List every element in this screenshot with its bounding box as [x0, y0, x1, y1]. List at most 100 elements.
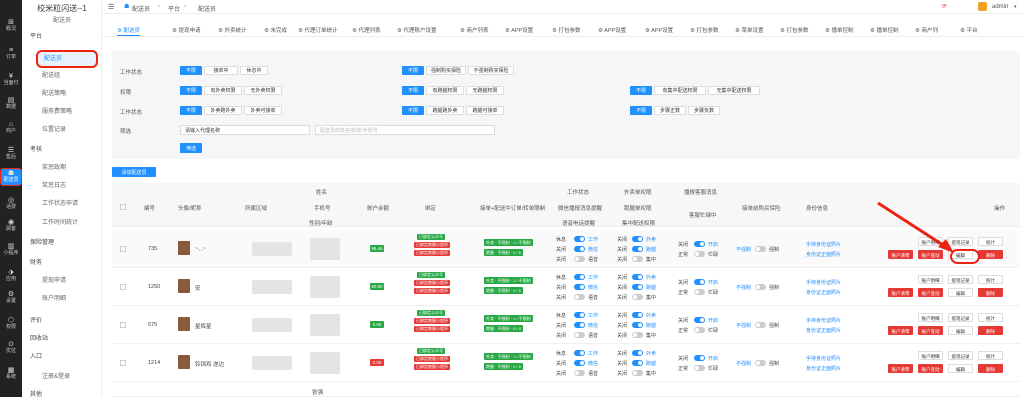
force-ins-toggle[interactable] — [755, 360, 766, 366]
menu-group[interactable]: 考核 — [22, 145, 102, 155]
idcard-hand-link[interactable]: 手持身份证照片 — [806, 317, 841, 324]
filter-unlimited[interactable]: 不限 — [630, 86, 652, 95]
menu-group[interactable]: 评价 — [22, 316, 102, 326]
wm-toggle[interactable] — [632, 274, 643, 280]
filter-no-paotui[interactable]: 无跑腿权限 — [466, 86, 504, 95]
idcard-hand-link[interactable]: 手持身份证照片 — [806, 241, 841, 248]
filter-pt-accept[interactable]: 跑腿可接单 — [466, 106, 504, 115]
chevron-down-icon[interactable]: ▾ — [1014, 4, 1017, 10]
idcard-front-link[interactable]: 身份证正面照片 — [806, 289, 841, 296]
filter-has-wm[interactable]: 有外卖权限 — [204, 86, 242, 95]
sidebar-nav-item[interactable]: ⬗ 应用 — [0, 268, 22, 286]
wm-toggle[interactable] — [632, 236, 643, 242]
tab-item[interactable]: ⚙ APP设置 — [645, 26, 673, 36]
wechat-toggle[interactable] — [574, 360, 585, 366]
sidebar-nav-item[interactable]: ☗ 配送员 — [0, 168, 22, 186]
force-ins-toggle[interactable] — [755, 246, 766, 252]
tab-item[interactable]: ⚙ 提现申请 — [172, 26, 200, 36]
sidebar-nav-item[interactable]: ▥ 小程序 — [0, 242, 22, 260]
select-all-checkbox[interactable] — [120, 204, 126, 210]
paotui-toggle[interactable] — [632, 322, 643, 328]
tab-item[interactable]: ⚙ 代理列表 — [352, 26, 380, 36]
sidebar-nav-item[interactable]: ⊞ 概况 — [0, 18, 22, 36]
add-courier-button[interactable]: 添加配送员 — [112, 167, 156, 177]
clear-account-button[interactable]: 账户清零 — [888, 364, 913, 373]
filter-wm-accept[interactable]: 外卖可接单 — [244, 106, 282, 115]
menu-item[interactable]: 配送策略 — [22, 89, 102, 99]
tab-item[interactable]: ⚙ 打包参数 — [690, 26, 718, 36]
row-checkbox[interactable] — [120, 322, 126, 328]
wm-toggle[interactable] — [632, 350, 643, 356]
tab-item[interactable]: ⚙ 打包参数 — [780, 26, 808, 36]
filter-step-pos[interactable]: 步骤正数 — [654, 106, 686, 115]
menu-group[interactable]: 其他 — [22, 390, 102, 400]
work-toggle[interactable] — [574, 236, 585, 242]
account-change-button[interactable]: 账户变动 — [918, 364, 943, 373]
menu-item[interactable]: 奖惩政期 — [22, 163, 102, 173]
filter-step-neg[interactable]: 步骤负数 — [688, 106, 720, 115]
filter-unlimited[interactable]: 不限 — [402, 86, 424, 95]
filter-pt-run[interactable]: 跑腿跑外卖 — [426, 106, 464, 115]
wechat-toggle[interactable] — [574, 322, 585, 328]
idcard-front-link[interactable]: 身份证正面照片 — [806, 251, 841, 258]
search-button[interactable]: 筛选 — [180, 143, 202, 153]
wechat-toggle[interactable] — [574, 246, 585, 252]
paotui-toggle[interactable] — [632, 360, 643, 366]
account-detail-button[interactable]: 账户明细 — [918, 313, 943, 322]
busy-toggle[interactable] — [694, 289, 705, 295]
delete-button[interactable]: 删除 — [978, 326, 1003, 335]
withdraw-record-button[interactable]: 提现记录 — [948, 351, 973, 360]
proxy-select[interactable]: 请输入代理名称 — [180, 125, 310, 135]
filter-has-paotui[interactable]: 有跑腿权限 — [426, 86, 464, 95]
account-change-button[interactable]: 账户变动 — [918, 288, 943, 297]
filter-wm-run[interactable]: 外卖跑外卖 — [204, 106, 242, 115]
filter-unlimited[interactable]: 不限 — [180, 66, 202, 75]
work-toggle[interactable] — [574, 312, 585, 318]
menu-group[interactable]: 入口 — [22, 352, 102, 362]
wechat-toggle[interactable] — [574, 284, 585, 290]
work-toggle[interactable] — [574, 274, 585, 280]
sidebar-nav-item[interactable]: ◎ 话费 — [0, 196, 22, 214]
filter-no-force-ins[interactable]: 不强制购买保险 — [468, 66, 514, 75]
voice-toggle[interactable] — [574, 294, 585, 300]
tab-item[interactable]: ⚙ APP设置 — [598, 26, 626, 36]
group-toggle[interactable] — [632, 294, 643, 300]
menu-group[interactable]: 回收站 — [22, 334, 102, 344]
msg-toggle[interactable] — [694, 317, 705, 323]
menu-item[interactable]: 奖惩日志 — [22, 181, 102, 191]
group-toggle[interactable] — [632, 332, 643, 338]
breadcrumb-1[interactable]: 配送员 — [132, 4, 150, 13]
busy-toggle[interactable] — [694, 327, 705, 333]
delete-button[interactable]: 删除 — [978, 288, 1003, 297]
breadcrumb-2[interactable]: 平台 — [168, 4, 180, 13]
voice-toggle[interactable] — [574, 370, 585, 376]
sidebar-nav-item[interactable]: ▤ 数据 — [0, 96, 22, 114]
table-row[interactable]: 575 星辉星 0.80 已绑定公众号 已绑定跑腿小程序 已绑定跑腿小程序 外卖… — [112, 306, 1020, 344]
tab-item[interactable]: ⚙ 商户列表 — [460, 26, 488, 36]
tab-item[interactable]: ⚙ 代理账户设置 — [397, 26, 436, 36]
sidebar-nav-item[interactable]: ⊙ 优位 — [0, 340, 22, 358]
group-toggle[interactable] — [632, 370, 643, 376]
group-toggle[interactable] — [632, 256, 643, 262]
filter-unlimited[interactable]: 不限 — [402, 106, 424, 115]
work-toggle[interactable] — [574, 350, 585, 356]
sidebar-nav-item[interactable]: ⌂ 商户 — [0, 120, 22, 138]
tab-item[interactable]: ⚙ 配送员 — [117, 26, 140, 36]
edit-button[interactable]: 编辑 — [948, 288, 973, 297]
wm-toggle[interactable] — [632, 312, 643, 318]
stats-button[interactable]: 统计 — [978, 275, 1003, 284]
clear-account-button[interactable]: 账户清零 — [888, 326, 913, 335]
tab-item[interactable]: ⚙ 播单控制 — [870, 26, 898, 36]
menu-group[interactable]: 保险管理 — [22, 238, 102, 248]
menu-item[interactable]: 工作时间统计 — [22, 218, 102, 228]
idcard-hand-link[interactable]: 手持身份证照片 — [806, 355, 841, 362]
filter-unlimited[interactable]: 不限 — [630, 106, 652, 115]
tab-item[interactable]: ⚙ 平台 — [960, 26, 977, 36]
edit-button[interactable]: 编辑 — [948, 326, 973, 335]
menu-group[interactable]: 财务 — [22, 258, 102, 268]
account-detail-button[interactable]: 账户明细 — [918, 351, 943, 360]
menu-item[interactable]: 工作状态申请 — [22, 199, 102, 209]
filter-unlimited[interactable]: 不限 — [180, 86, 202, 95]
account-detail-button[interactable]: 账户明细 — [918, 275, 943, 284]
account-change-button[interactable]: 账户变动 — [918, 326, 943, 335]
